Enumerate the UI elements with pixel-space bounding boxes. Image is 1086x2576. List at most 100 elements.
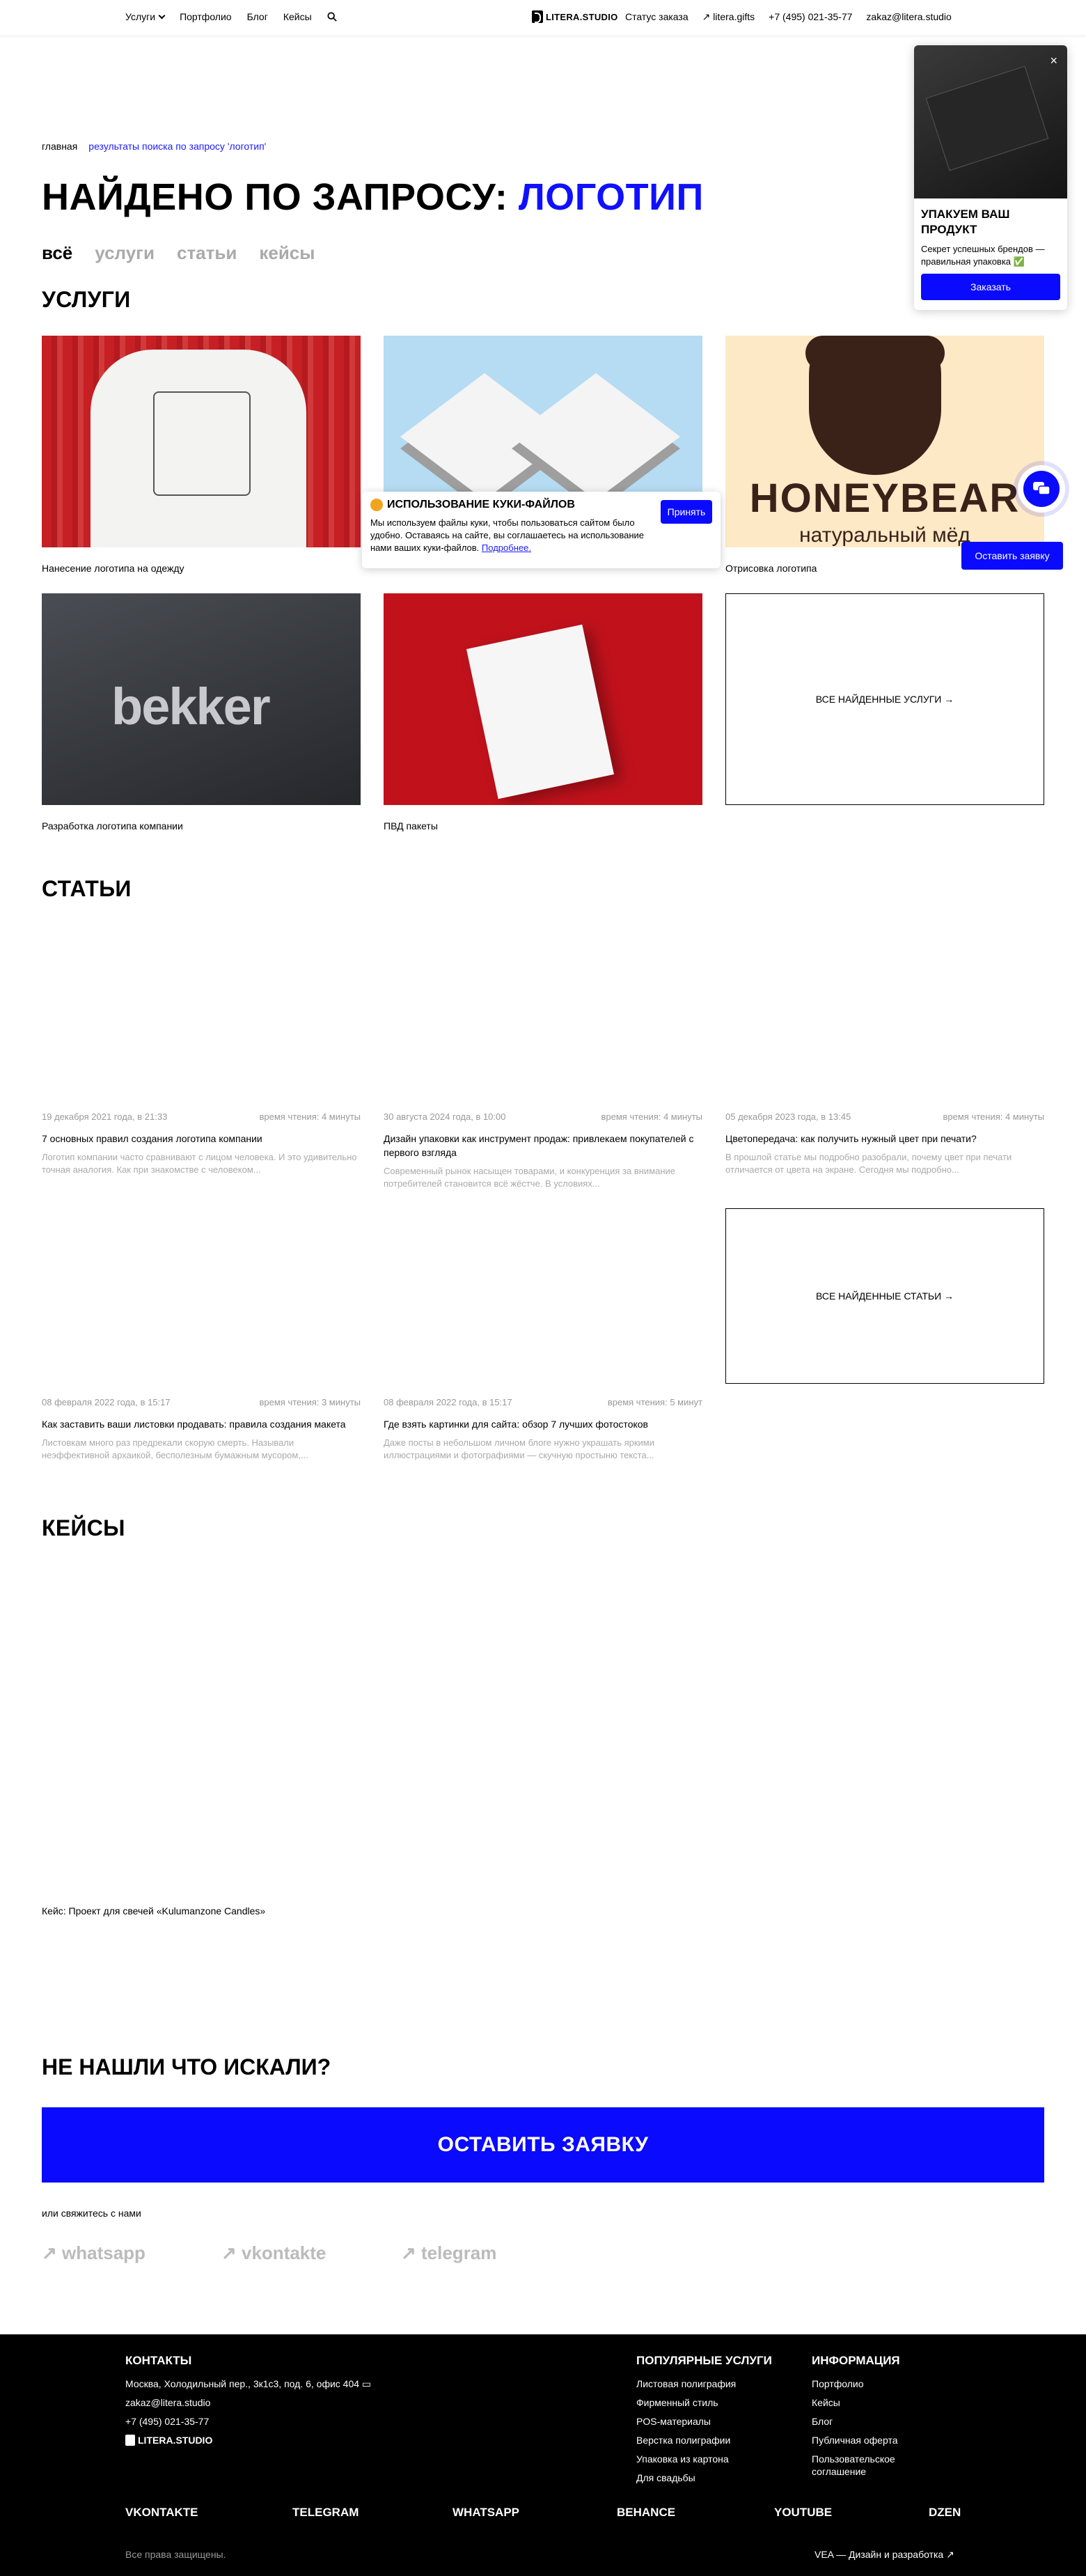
telegram-link[interactable]: ↗ telegram xyxy=(401,2242,581,2264)
breadcrumb: главная результаты поиска по запросу 'ло… xyxy=(42,141,266,152)
article-item[interactable]: 08 февраля 2022 года, в 15:17 время чтени… xyxy=(42,1397,361,1462)
article-date: 08 февраля 2022 года, в 15:17 xyxy=(384,1397,512,1407)
article-read-time: время чтения: 4 минуты xyxy=(601,1111,703,1122)
breadcrumb-home[interactable]: главная xyxy=(42,141,77,152)
footer-contacts-title: КОНТАКТЫ xyxy=(125,2354,192,2367)
footer-whatsapp-link[interactable]: WHATSAPP xyxy=(452,2506,519,2520)
floating-leave-request-button[interactable]: Оставить заявку xyxy=(961,542,1063,570)
service-card[interactable]: ПВД пакеты xyxy=(384,593,702,832)
promo-popup: × УПАКУЕМ ВАШ ПРОДУКТ Секрет успешных бр… xyxy=(914,45,1067,310)
service-card[interactable]: HONEYBEAR натуральный мёд Отрисовка лого… xyxy=(725,336,1044,574)
article-read-time: время чтения: 3 минуты xyxy=(259,1397,361,1407)
footer-popular-item[interactable]: POS-материалы xyxy=(636,2415,789,2428)
article-date: 19 декабря 2021 года, в 21:33 xyxy=(42,1111,168,1122)
footer-behance-link[interactable]: BEHANCE xyxy=(617,2506,675,2520)
service-caption: Нанесение логотипа на одежду xyxy=(42,563,184,574)
services-title: УСЛУГИ xyxy=(42,287,131,312)
footer-address[interactable]: Москва, Холодильный пер., 3к1с3, под. 6,… xyxy=(125,2378,418,2390)
footer-vkontakte-link[interactable]: VKONTAKTE xyxy=(125,2506,198,2520)
map-icon: ▭ xyxy=(361,2378,372,2389)
article-meta: 08 февраля 2022 года, в 15:17 время чтени… xyxy=(384,1397,702,1407)
footer-info-item[interactable]: Пользовательское соглашение xyxy=(812,2453,937,2478)
footer-developer-link[interactable]: VEA — Дизайн и разработка ↗ xyxy=(814,2549,954,2561)
footer-dzen-link[interactable]: DZEN xyxy=(929,2506,961,2520)
article-date: 05 декабря 2023 года, в 13:45 xyxy=(725,1111,851,1122)
article-meta: 19 декабря 2021 года, в 21:33 время чтени… xyxy=(42,1111,361,1122)
all-services-link[interactable]: ВСЕ НАЙДЕННЫЕ УСЛУГИ → xyxy=(725,593,1044,805)
site-header: Услуги Портфолио Блог Кейсы LITERA.STUDI… xyxy=(0,0,1086,36)
footer-rights: Все права защищены. xyxy=(125,2549,226,2560)
cookie-more-link[interactable]: Подробнее. xyxy=(482,542,531,553)
whatsapp-link[interactable]: ↗ whatsapp xyxy=(42,2242,221,2264)
contact-note: или свяжитесь с нами xyxy=(42,2208,141,2219)
email-link[interactable]: zakaz@litera.studio xyxy=(866,11,951,23)
footer-phone[interactable]: +7 (495) 021-35-77 xyxy=(125,2415,418,2428)
footer-popular-item[interactable]: Фирменный стиль xyxy=(636,2396,789,2409)
search-icon[interactable] xyxy=(327,12,337,22)
logo-mark-icon xyxy=(125,2435,135,2446)
footer-info-item[interactable]: Публичная оферта xyxy=(812,2434,937,2446)
order-status-link[interactable]: Статус заказа xyxy=(625,11,688,23)
article-title: Дизайн упаковки как инструмент продаж: п… xyxy=(384,1133,694,1158)
nav-services-label: Услуги xyxy=(125,11,156,22)
article-meta: 05 декабря 2023 года, в 13:45 время чтени… xyxy=(725,1111,1044,1122)
promo-order-button[interactable]: Заказать xyxy=(921,274,1060,300)
close-icon[interactable]: × xyxy=(1050,54,1057,68)
articles-title: СТАТЬИ xyxy=(42,876,132,901)
footer-info-item[interactable]: Портфолио xyxy=(812,2378,937,2390)
article-excerpt: В прошлой статье мы подробно разобрали, … xyxy=(725,1152,1012,1175)
cube-shape xyxy=(512,373,680,501)
cases-title: КЕЙСЫ xyxy=(42,1515,125,1540)
footer-popular-item[interactable]: Упаковка из картона xyxy=(636,2453,789,2465)
nav-blog[interactable]: Блог xyxy=(247,11,268,22)
article-excerpt: Логотип компании часто сравнивают с лицо… xyxy=(42,1152,357,1175)
not-found-title: НЕ НАШЛИ ЧТО ИСКАЛИ? xyxy=(42,2054,331,2079)
nav-cases[interactable]: Кейсы xyxy=(283,11,312,22)
leave-request-button[interactable]: ОСТАВИТЬ ЗАЯВКУ xyxy=(42,2107,1044,2183)
article-title: Как заставить ваши листовки продавать: п… xyxy=(42,1419,346,1430)
service-image xyxy=(42,336,361,547)
logo-text: LITERA.STUDIO xyxy=(546,11,618,22)
service-card[interactable]: Нанесение логотипа на одежду xyxy=(42,336,361,574)
phone-link[interactable]: +7 (495) 021-35-77 xyxy=(769,11,852,23)
chat-bubble-icon xyxy=(1023,471,1060,507)
service-caption: Разработка логотипа компании xyxy=(42,820,183,832)
cookie-accept-button[interactable]: Принять xyxy=(661,500,712,524)
article-item[interactable]: 30 августа 2024 года, в 10:00 время чтени… xyxy=(384,1111,702,1190)
tab-all[interactable]: всё xyxy=(42,242,72,264)
case-caption[interactable]: Кейс: Проект для свечей «Kulumanzone Can… xyxy=(42,1905,265,1917)
footer-info-item[interactable]: Блог xyxy=(812,2415,937,2428)
gifts-link[interactable]: ↗ litera.gifts xyxy=(702,11,755,23)
footer-info-item[interactable]: Кейсы xyxy=(812,2396,937,2409)
service-image: HONEYBEAR натуральный мёд xyxy=(725,336,1044,547)
honeybear-logo-text: HONEYBEAR xyxy=(749,476,1021,521)
tab-articles[interactable]: статьи xyxy=(177,242,237,264)
footer-youtube-link[interactable]: YOUTUBE xyxy=(774,2506,832,2520)
all-articles-link[interactable]: ВСЕ НАЙДЕННЫЕ СТАТЬИ → xyxy=(725,1208,1044,1384)
article-item[interactable]: 08 февраля 2022 года, в 15:17 время чтени… xyxy=(384,1397,702,1462)
footer-popular-item[interactable]: Листовая полиграфия xyxy=(636,2378,789,2390)
site-logo[interactable]: LITERA.STUDIO xyxy=(532,10,618,23)
promo-title: УПАКУЕМ ВАШ ПРОДУКТ xyxy=(921,208,1010,236)
bag-shape xyxy=(466,624,615,799)
article-item[interactable]: 19 декабря 2021 года, в 21:33 время чтени… xyxy=(42,1111,361,1176)
article-title: Цветопередача: как получить нужный цвет … xyxy=(725,1133,977,1144)
footer-email[interactable]: zakaz@litera.studio xyxy=(125,2396,418,2409)
nav-services[interactable]: Услуги xyxy=(125,11,166,22)
footer-popular-item[interactable]: Верстка полиграфии xyxy=(636,2434,789,2446)
service-card[interactable]: bekker Разработка логотипа компании xyxy=(42,593,361,832)
header-contacts: Статус заказа ↗ litera.gifts +7 (495) 02… xyxy=(625,11,952,23)
footer-telegram-link[interactable]: TELEGRAM xyxy=(292,2506,359,2520)
footer-popular-item[interactable]: Для свадьбы xyxy=(636,2472,789,2484)
vkontakte-link[interactable]: ↗ vkontakte xyxy=(221,2242,401,2264)
tab-services[interactable]: услуги xyxy=(95,242,155,264)
chat-widget-button[interactable] xyxy=(1018,465,1065,513)
footer-logo[interactable]: LITERA.STUDIO xyxy=(125,2434,418,2446)
article-item[interactable]: 05 декабря 2023 года, в 13:45 время чтени… xyxy=(725,1111,1044,1176)
search-query: ЛОГОТИП xyxy=(518,176,704,218)
nav-portfolio[interactable]: Портфолио xyxy=(180,11,232,22)
service-caption: ПВД пакеты xyxy=(384,820,438,832)
tab-cases[interactable]: кейсы xyxy=(259,242,315,264)
tshirt-print-shape xyxy=(153,391,251,496)
article-date: 08 февраля 2022 года, в 15:17 xyxy=(42,1397,171,1407)
